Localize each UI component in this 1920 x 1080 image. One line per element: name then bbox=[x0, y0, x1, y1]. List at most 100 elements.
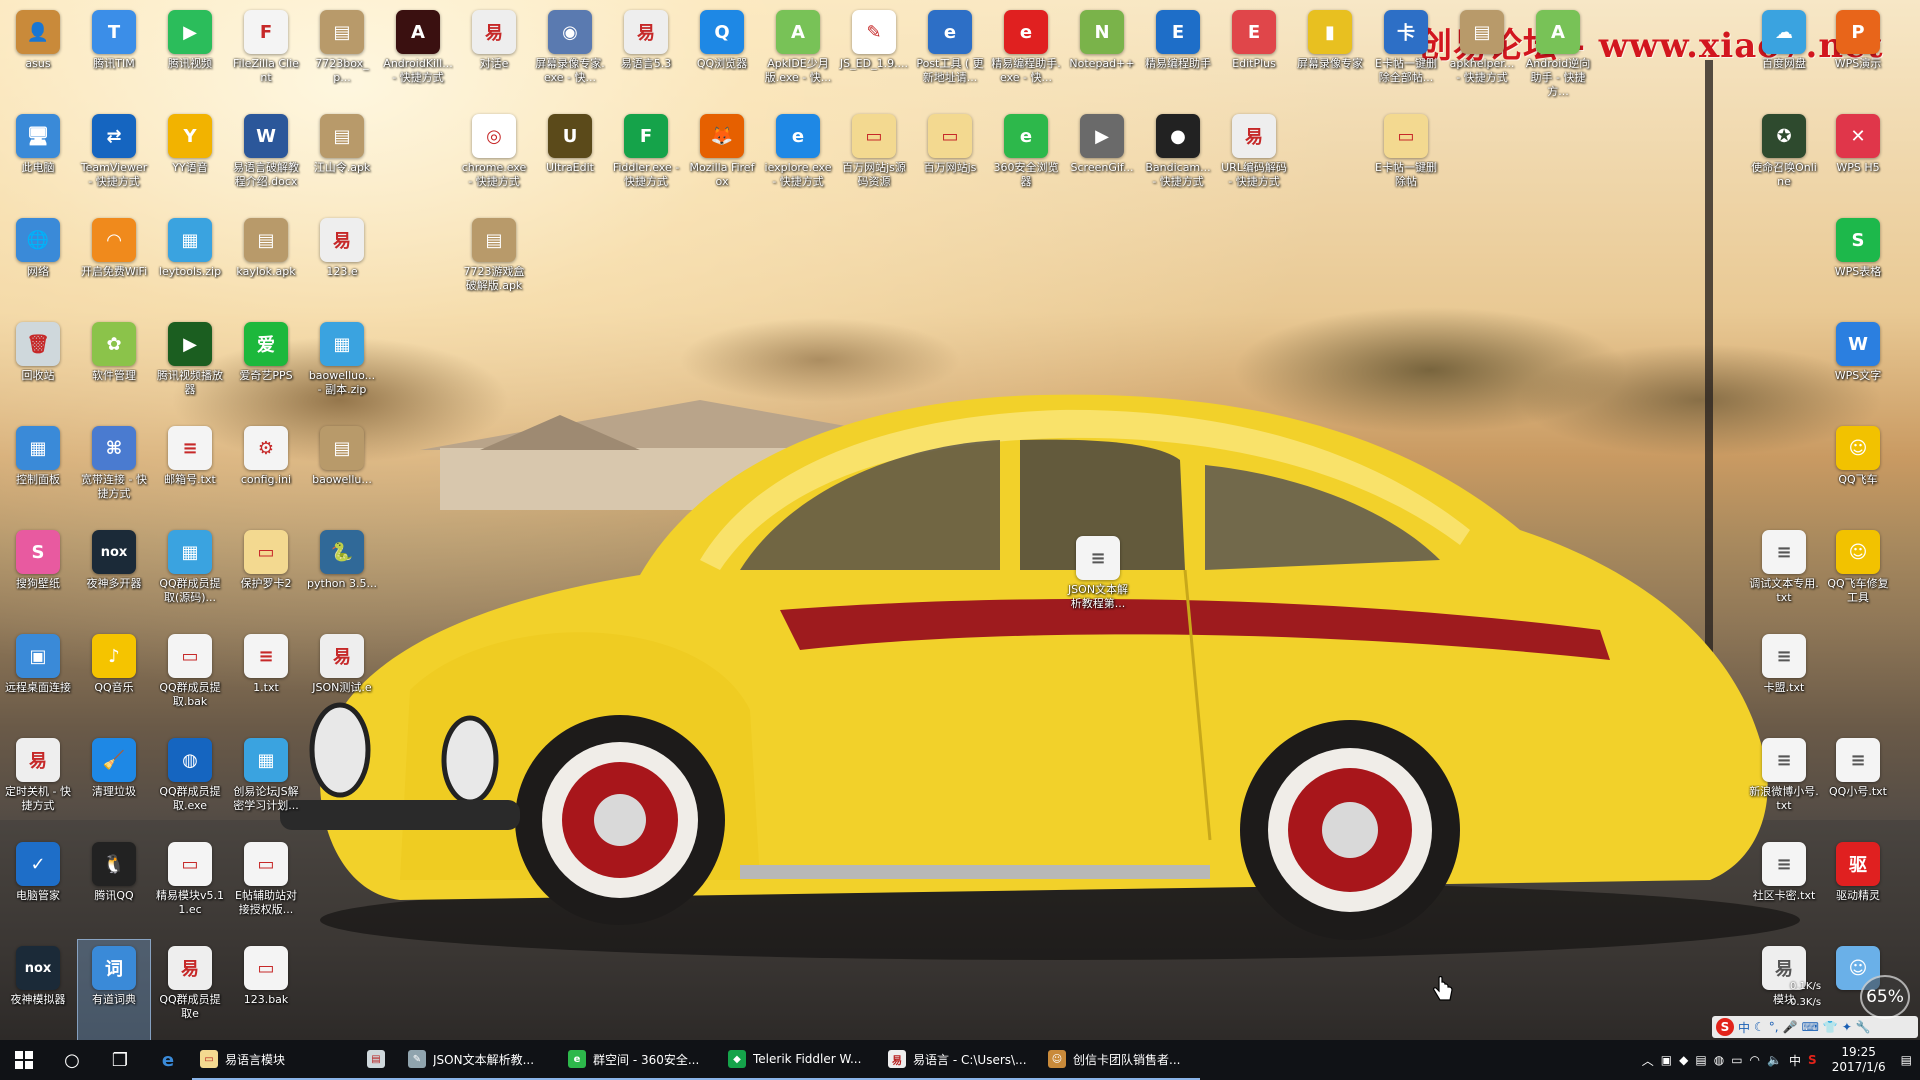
desktop-icon[interactable]: 🧹 清理垃圾 bbox=[78, 732, 150, 832]
desktop-icon[interactable]: ▭ 保护罗卡2 bbox=[230, 524, 302, 624]
desktop-icon[interactable]: ≡ 卡盟.txt bbox=[1748, 628, 1820, 728]
desktop-icon[interactable]: 卡 E卡帖一键删除全部帖... bbox=[1370, 4, 1442, 104]
desktop-icon[interactable]: 🐧 腾讯QQ bbox=[78, 836, 150, 936]
desktop-icon[interactable]: 👤 asus bbox=[2, 4, 74, 104]
desktop-icon[interactable]: ≡ 调试文本专用.txt bbox=[1748, 524, 1820, 624]
desktop-icon[interactable]: S 搜狗壁纸 bbox=[2, 524, 74, 624]
tray-app-icon[interactable]: ▤ bbox=[1695, 1053, 1706, 1067]
desktop-icon[interactable]: 🌐 网络 bbox=[2, 212, 74, 312]
desktop-icon[interactable]: ≡ 社区卡密.txt bbox=[1748, 836, 1820, 936]
network-speed-meter[interactable]: 0.1K/s 0.3K/s 65% bbox=[1790, 975, 1910, 1019]
desktop-icon[interactable]: e iexplore.exe - 快捷方式 bbox=[762, 108, 834, 208]
desktop-icon[interactable]: e Post工具 ( 更新地址请... bbox=[914, 4, 986, 104]
tray-app-icon[interactable]: ▣ bbox=[1661, 1053, 1672, 1067]
tray-battery-icon[interactable]: ▭ bbox=[1731, 1053, 1742, 1067]
taskbar-task[interactable]: e 群空间 - 360安全... bbox=[560, 1040, 720, 1080]
sogou-logo-icon[interactable]: S bbox=[1716, 1018, 1734, 1036]
microphone-icon[interactable]: 🎤 bbox=[1783, 1020, 1798, 1034]
tray-sogou-icon[interactable]: S bbox=[1808, 1053, 1817, 1067]
wrench-icon[interactable]: 🔧 bbox=[1856, 1020, 1871, 1034]
desktop-icon[interactable]: ▭ 百万网站js源码资源 bbox=[838, 108, 910, 208]
desktop-icon[interactable]: F FileZilla Client bbox=[230, 4, 302, 104]
desktop-icon[interactable]: 🐍 python 3.5... bbox=[306, 524, 378, 624]
desktop-icon[interactable]: ▦ baowelluo... - 副本.zip bbox=[306, 316, 378, 416]
desktop-icon[interactable]: ≡ QQ小号.txt bbox=[1822, 732, 1894, 832]
desktop-icon[interactable]: ▤ 7723游戏盒破解版.apk bbox=[458, 212, 530, 312]
desktop-icon[interactable]: 🖥 此电脑 bbox=[2, 108, 74, 208]
desktop-icon[interactable]: ▭ 百万网站js bbox=[914, 108, 986, 208]
desktop-icon[interactable]: ✎ JS_ED_1.9.... bbox=[838, 4, 910, 104]
desktop-icon[interactable]: ◎ chrome.exe - 快捷方式 bbox=[458, 108, 530, 208]
desktop-icon[interactable]: ☁ 百度网盘 bbox=[1748, 4, 1820, 104]
desktop-icon[interactable]: ▭ 精易模块v5.11.ec bbox=[154, 836, 226, 936]
start-button[interactable] bbox=[0, 1040, 48, 1080]
desktop-icon[interactable]: ☺ QQ飞车修复工具 bbox=[1822, 524, 1894, 624]
desktop-icon[interactable]: ◍ QQ群成员提取.exe bbox=[154, 732, 226, 832]
desktop-icon[interactable]: ▶ ScreenGif... bbox=[1066, 108, 1138, 208]
search-button[interactable]: ○ bbox=[48, 1040, 96, 1080]
taskbar-task[interactable]: ✎ JSON文本解析教... bbox=[400, 1040, 560, 1080]
desktop-icon[interactable]: 易 QQ群成员提取e bbox=[154, 940, 226, 1040]
desktop-icon[interactable]: ✕ WPS H5 bbox=[1822, 108, 1894, 208]
desktop-icon[interactable]: ▭ E帖辅助站对接授权版... bbox=[230, 836, 302, 936]
desktop-icon[interactable]: 🦊 Mozilla Firefox bbox=[686, 108, 758, 208]
desktop-icon[interactable]: 🗑 回收站 bbox=[2, 316, 74, 416]
desktop-icon[interactable]: E 精易编程助手 bbox=[1142, 4, 1214, 104]
desktop-icon-floating-file[interactable]: ≡ JSON文本解析教程第... bbox=[1065, 530, 1131, 620]
desktop-icon[interactable]: ♪ QQ音乐 bbox=[78, 628, 150, 728]
tray-wifi-icon[interactable]: ◠ bbox=[1750, 1053, 1760, 1067]
desktop-icon[interactable]: ▦ QQ群成员提取(源码)... bbox=[154, 524, 226, 624]
desktop-icon[interactable]: ≡ 新浪微博小号.txt bbox=[1748, 732, 1820, 832]
desktop-icon[interactable]: ◉ 屏幕录像专家.exe - 快... bbox=[534, 4, 606, 104]
desktop-icon[interactable]: 词有道词典 bbox=[77, 939, 151, 1041]
desktop-icon[interactable]: W WPS文字 bbox=[1822, 316, 1894, 416]
desktop-icon[interactable]: 易 URL编码解码 - 快捷方式 bbox=[1218, 108, 1290, 208]
desktop-icon[interactable]: ✿ 软件管理 bbox=[78, 316, 150, 416]
desktop-icon[interactable]: ▶ 腾讯视频播放器 bbox=[154, 316, 226, 416]
desktop-icon[interactable]: 易定时关机 - 快捷方式 bbox=[2, 732, 74, 832]
keyboard-icon[interactable]: ⌨ bbox=[1802, 1020, 1819, 1034]
desktop-icon[interactable]: ▤ baowellu... bbox=[306, 420, 378, 520]
desktop-icon[interactable]: 易 JSON测试.e bbox=[306, 628, 378, 728]
desktop-icon[interactable]: ≡ 1.txt bbox=[230, 628, 302, 728]
desktop-icon[interactable]: ▭ 123.bak bbox=[230, 940, 302, 1040]
taskbar-task[interactable]: ☺ 创信卡团队销售者... bbox=[1040, 1040, 1200, 1080]
desktop-icon[interactable]: 易易语言5.3 bbox=[610, 4, 682, 104]
desktop-icon[interactable]: ▦ 控制面板 bbox=[2, 420, 74, 520]
toolbox-icon[interactable]: ✦ bbox=[1842, 1020, 1852, 1034]
desktop-icon[interactable]: A ApkIDE少月版.exe - 快... bbox=[762, 4, 834, 104]
task-view-button[interactable]: ❐ bbox=[96, 1040, 144, 1080]
edge-button[interactable]: e bbox=[144, 1040, 192, 1080]
desktop-icon[interactable]: ✓ 电脑管家 bbox=[2, 836, 74, 936]
skin-icon[interactable]: 👕 bbox=[1823, 1020, 1838, 1034]
desktop-icon[interactable]: e 360安全浏览器 bbox=[990, 108, 1062, 208]
ime-toolbar[interactable]: S 中 ☾ °, 🎤 ⌨ 👕 ✦ 🔧 bbox=[1712, 1016, 1918, 1038]
taskbar-task[interactable]: ▭ 易语言模块 bbox=[192, 1040, 352, 1080]
desktop-icon[interactable]: 易 123.e bbox=[306, 212, 378, 312]
desktop-icon[interactable]: ● Bandicam... - 快捷方式 bbox=[1142, 108, 1214, 208]
desktop-icon[interactable]: F Fiddler.exe - 快捷方式 bbox=[610, 108, 682, 208]
desktop-icon[interactable]: ≡ 邮箱号.txt bbox=[154, 420, 226, 520]
desktop-icon[interactable]: S WPS表格 bbox=[1822, 212, 1894, 312]
desktop-icon[interactable]: A Android逆向助手 - 快捷方... bbox=[1522, 4, 1594, 104]
taskbar-task[interactable]: ◆ Telerik Fiddler W... bbox=[720, 1040, 880, 1080]
tray-app-icon[interactable]: ◆ bbox=[1679, 1053, 1688, 1067]
desktop-icon[interactable]: 爱爱奇艺PPS bbox=[230, 316, 302, 416]
taskbar-task[interactable]: 易易语言 - C:\Users\... bbox=[880, 1040, 1040, 1080]
desktop-icon[interactable]: ▣ 远程桌面连接 bbox=[2, 628, 74, 728]
ime-language[interactable]: 中 bbox=[1738, 1019, 1750, 1036]
desktop-icon[interactable]: A AndroidKill... - 快捷方式 bbox=[382, 4, 454, 104]
desktop-icon[interactable]: ▤ apkhelper... - 快捷方式 bbox=[1446, 4, 1518, 104]
clock[interactable]: 19:25 2017/1/6 bbox=[1824, 1045, 1894, 1075]
desktop-icon[interactable]: ▦ 创易论坛JS解密学习计划... bbox=[230, 732, 302, 832]
desktop-icon[interactable]: Y YY语音 bbox=[154, 108, 226, 208]
desktop-icon[interactable]: N Notepad++ bbox=[1066, 4, 1138, 104]
desktop-icon[interactable]: E EditPlus bbox=[1218, 4, 1290, 104]
desktop-icon[interactable]: ◠ 开启免费WiFi bbox=[78, 212, 150, 312]
desktop-icon[interactable]: W 易语言破解教程介绍.docx bbox=[230, 108, 302, 208]
desktop-icon[interactable]: 易对话e bbox=[458, 4, 530, 104]
desktop-icon[interactable]: 驱驱动精灵 bbox=[1822, 836, 1894, 936]
desktop-icon[interactable]: nox 夜神多开器 bbox=[78, 524, 150, 624]
desktop-icon[interactable]: ▤ kaylok.apk bbox=[230, 212, 302, 312]
desktop-icon[interactable]: ▦ leytools.zip bbox=[154, 212, 226, 312]
